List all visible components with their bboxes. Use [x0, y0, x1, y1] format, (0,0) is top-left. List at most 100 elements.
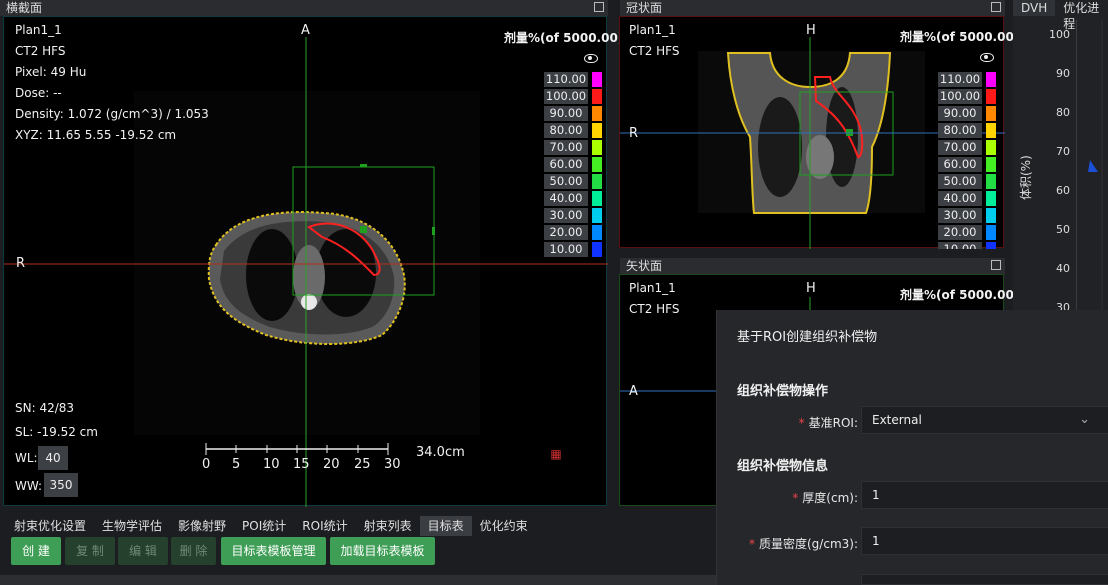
- scale-tick-label: 10: [263, 457, 280, 472]
- legend-value: 50.00: [938, 174, 982, 189]
- create-button[interactable]: 创 建: [11, 537, 61, 565]
- bottom-tab[interactable]: POI统计: [234, 516, 294, 536]
- scale-tick-label: 5: [232, 457, 241, 472]
- dvh-y-tick: 60: [1056, 184, 1070, 197]
- legend-value: 10.00: [544, 242, 588, 257]
- legend-row: 100.00: [938, 88, 1000, 105]
- template-manage-button[interactable]: 目标表模板管理: [221, 537, 326, 565]
- legend-row: 30.00: [938, 207, 1000, 224]
- eye-icon[interactable]: [584, 54, 598, 63]
- bottom-tab[interactable]: ROI统计: [294, 516, 355, 536]
- legend-value: 20.00: [938, 225, 982, 240]
- tab-dvh[interactable]: DVH: [1013, 0, 1056, 16]
- base-roi-value: External: [872, 413, 922, 427]
- legend-row: 50.00: [544, 173, 606, 190]
- orientation-cube-icon[interactable]: ▦: [546, 445, 566, 463]
- dose-legend-header: 剂量%(of 5000.00): [900, 288, 1020, 302]
- dose-legend-header: 剂量%(of 5000.00): [504, 31, 624, 45]
- legend-swatch: [986, 174, 996, 189]
- legend-value: 10.00: [938, 242, 982, 249]
- legend-swatch: [986, 191, 996, 206]
- legend-row: 110.00: [938, 71, 1000, 88]
- axial-view-title: 横截面: [6, 1, 43, 15]
- dose-value: Dose: --: [15, 86, 62, 100]
- eye-icon[interactable]: [980, 53, 994, 62]
- image-set: CT2 HFS: [15, 44, 66, 58]
- scale-length: 34.0cm: [416, 445, 465, 460]
- thickness-input[interactable]: 1: [861, 481, 1108, 509]
- axial-viewport[interactable]: Plan1_1 CT2 HFS Pixel: 49 Hu Dose: -- De…: [3, 16, 623, 507]
- legend-value: 80.00: [938, 123, 982, 138]
- plan-name: Plan1_1: [629, 281, 676, 295]
- bottom-tab[interactable]: 影像射野: [170, 516, 234, 536]
- mass-density-input[interactable]: 1: [861, 527, 1108, 555]
- maximize-icon[interactable]: [594, 2, 604, 12]
- legend-value: 50.00: [544, 174, 588, 189]
- base-roi-select[interactable]: External ⌄: [861, 406, 1108, 434]
- legend-value: 90.00: [544, 106, 588, 121]
- legend-value: 60.00: [938, 157, 982, 172]
- dvh-y-tick: 50: [1056, 223, 1070, 236]
- edit-button[interactable]: 编 辑: [118, 537, 168, 565]
- legend-row: 50.00: [938, 173, 1000, 190]
- slice-number: SN: 42/83: [15, 401, 75, 415]
- legend-swatch: [592, 123, 602, 138]
- dvh-plot-area: [1076, 20, 1103, 310]
- next-field-peek: [861, 574, 1108, 585]
- dialog-title: 基于ROI创建组织补偿物: [737, 330, 878, 345]
- bottom-tab[interactable]: 射束优化设置: [6, 516, 94, 536]
- legend-row: 10.00: [938, 241, 1000, 249]
- bottom-tab[interactable]: 生物学评估: [94, 516, 170, 536]
- mass-density-label-text: 质量密度(g/cm3):: [759, 537, 858, 551]
- orientation-top-label: A: [301, 23, 310, 38]
- dvh-panel: DVH 优化进程 100 90 80 70 60 50 40 30 体积(%): [1013, 0, 1108, 314]
- bottom-tab[interactable]: 射束列表: [356, 516, 420, 536]
- xyz-coordinates: XYZ: 11.65 5.55 -19.52 cm: [15, 128, 177, 142]
- legend-value: 90.00: [938, 106, 982, 121]
- bottom-tab[interactable]: 目标表: [419, 516, 472, 536]
- delete-button[interactable]: 删 除: [171, 537, 216, 565]
- legend-swatch: [592, 191, 602, 206]
- section-info-title: 组织补偿物信息: [737, 459, 829, 474]
- pixel-value: Pixel: 49 Hu: [15, 65, 87, 79]
- legend-value: 100.00: [544, 89, 588, 104]
- sagittal-view-title-bar: 矢状面: [620, 258, 1005, 274]
- legend-value: 80.00: [544, 123, 588, 138]
- legend-swatch: [592, 242, 602, 257]
- chevron-down-icon: ⌄: [1079, 412, 1090, 427]
- window-level-field[interactable]: 40: [38, 446, 68, 470]
- maximize-icon[interactable]: [991, 260, 1001, 270]
- legend-value: 70.00: [938, 140, 982, 155]
- legend-value: 30.00: [938, 208, 982, 223]
- image-set: CT2 HFS: [629, 302, 680, 316]
- legend-value: 20.00: [544, 225, 588, 240]
- dvh-y-tick: 80: [1056, 106, 1070, 119]
- legend-swatch: [592, 225, 602, 240]
- legend-row: 80.00: [938, 122, 1000, 139]
- legend-row: 100.00: [544, 88, 606, 105]
- bottom-tab[interactable]: 优化约束: [472, 516, 536, 536]
- tab-optimization-progress[interactable]: 优化进程: [1055, 0, 1108, 31]
- orientation-top-label: H: [806, 23, 816, 38]
- coronal-viewport[interactable]: Plan1_1 CT2 HFS H R 剂量%(of 5000.00) 110.…: [619, 16, 1019, 249]
- scale-tick-label: 25: [354, 457, 371, 472]
- scale-tick-label: 20: [323, 457, 340, 472]
- base-roi-label-text: 基准ROI:: [808, 416, 858, 430]
- bottom-tab-bar: 射束优化设置 生物学评估 影像射野 POI统计 ROI统计 射束列表 目标表 优化约束: [6, 516, 536, 536]
- legend-row: 60.00: [544, 156, 606, 173]
- scale-tick-label: 15: [293, 457, 310, 472]
- load-template-button[interactable]: 加载目标表模板: [330, 537, 435, 565]
- legend-row: 40.00: [938, 190, 1000, 207]
- legend-swatch: [592, 174, 602, 189]
- maximize-icon[interactable]: [991, 2, 1001, 12]
- window-width-field[interactable]: 350: [44, 473, 78, 497]
- legend-row: 30.00: [544, 207, 606, 224]
- tissue-compensator-dialog: 基于ROI创建组织补偿物 组织补偿物操作 * 基准ROI: External ⌄ …: [716, 310, 1108, 585]
- dvh-y-tick: 100: [1049, 28, 1070, 41]
- legend-swatch: [592, 72, 602, 87]
- legend-swatch: [986, 157, 996, 172]
- dvh-y-tick: 40: [1056, 262, 1070, 275]
- legend-value: 110.00: [938, 72, 982, 87]
- table-header-strip: [0, 575, 716, 585]
- copy-button[interactable]: 复 制: [65, 537, 115, 565]
